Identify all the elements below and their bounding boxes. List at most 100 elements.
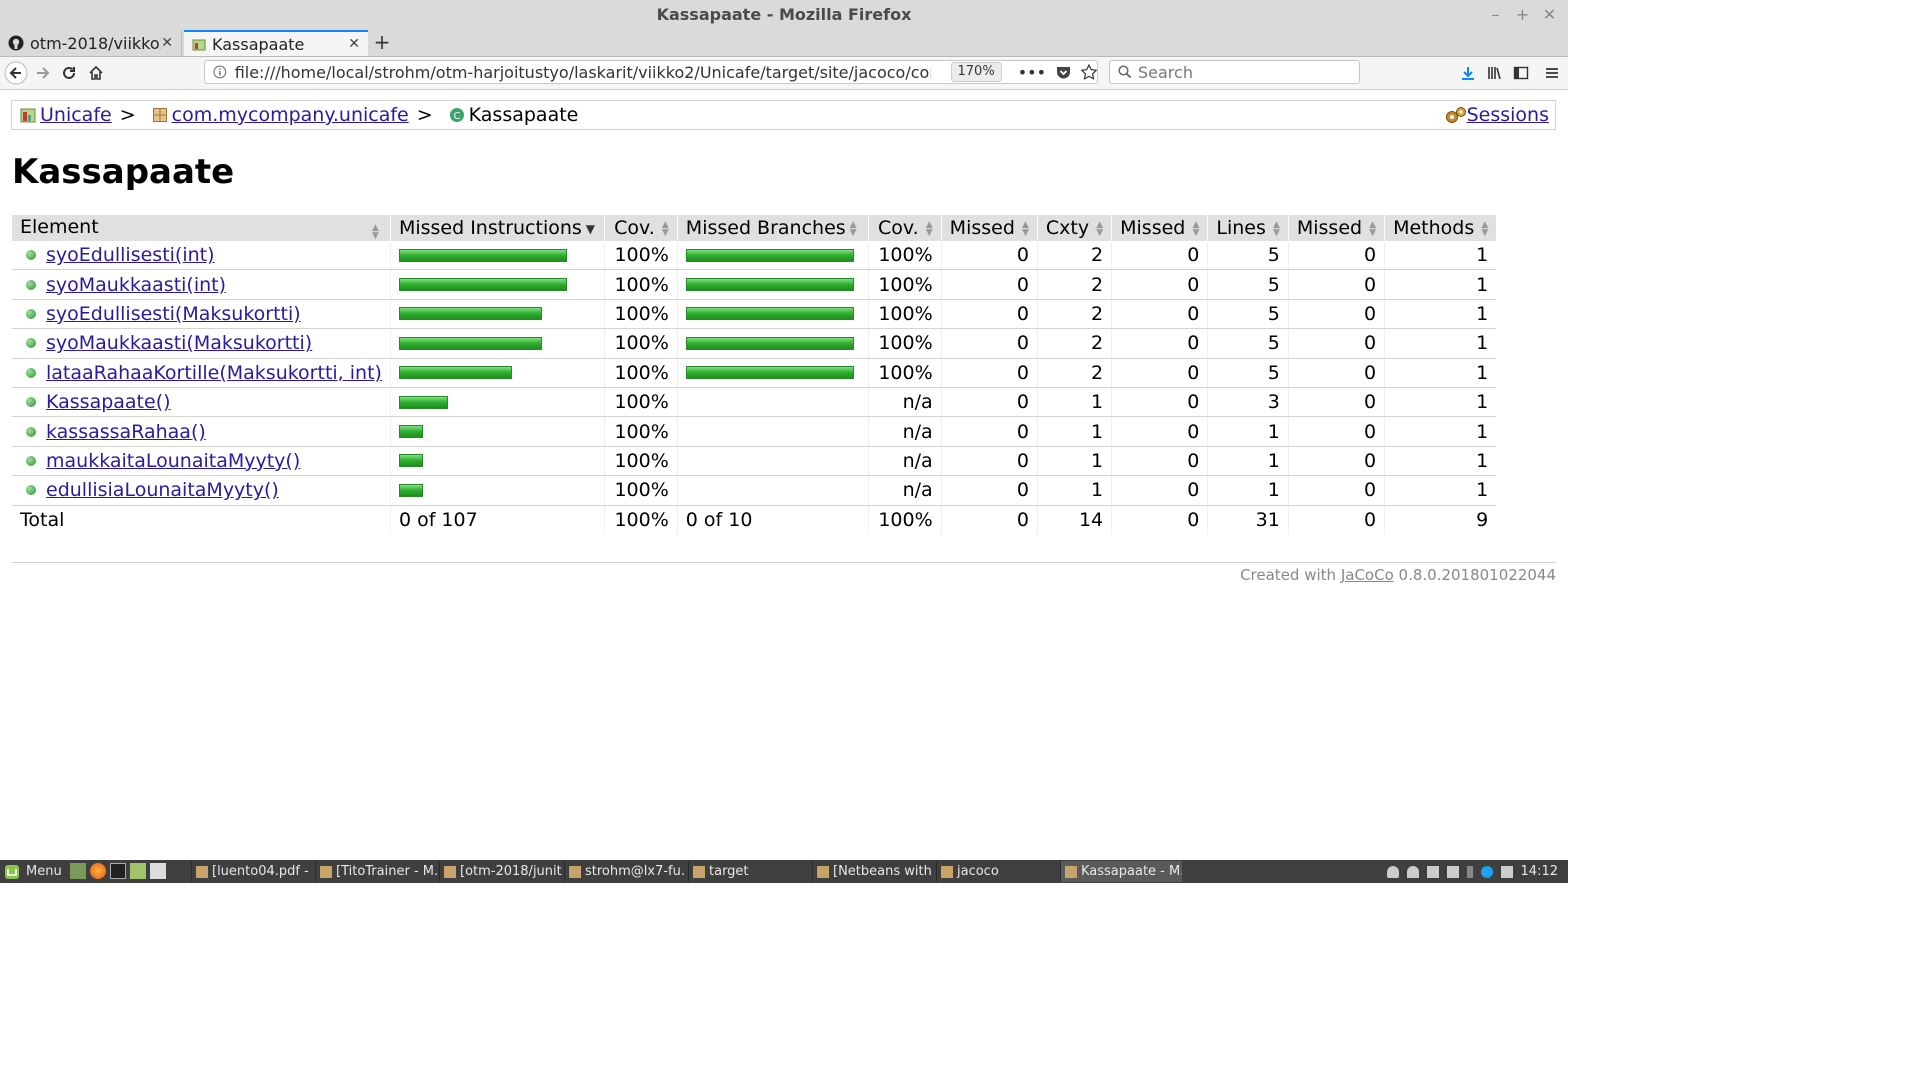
total-missed-complexity: 0 xyxy=(940,505,1038,534)
column-header-element[interactable]: Element ▲ ▼ xyxy=(12,215,391,241)
method-link[interactable]: edullisiaLounaitaMyyty() xyxy=(46,479,279,501)
skype-icon[interactable] xyxy=(1480,865,1493,878)
calculator-icon[interactable] xyxy=(150,863,166,879)
home-button[interactable] xyxy=(84,61,108,85)
branches-bar-cell xyxy=(676,269,869,300)
branches-coverage: 100% xyxy=(867,299,942,330)
branches-bar-cell xyxy=(676,446,869,477)
column-header-lines[interactable]: Lines ▲ ▼ xyxy=(1207,215,1289,241)
column-header-instr-cov[interactable]: Cov. ▲ ▼ xyxy=(603,215,678,241)
terminal-icon[interactable] xyxy=(110,863,126,879)
tab-kassapaate[interactable]: Kassapaate ✕ xyxy=(184,30,368,56)
complexity: 1 xyxy=(1036,416,1112,447)
sidebar-icon xyxy=(1513,66,1529,80)
methods: 1 xyxy=(1384,241,1497,271)
tab-close-icon[interactable]: ✕ xyxy=(348,36,360,52)
reload-button[interactable] xyxy=(57,61,81,85)
footer: Created with JaCoCo 0.8.0.201801022044 xyxy=(1240,566,1556,584)
taskbar-task[interactable]: [Netbeans with ... xyxy=(812,861,934,882)
start-menu-button[interactable]: Menu xyxy=(4,860,62,883)
task-label: Kassapaate - M... xyxy=(1081,864,1182,879)
show-desktop-icon[interactable] xyxy=(70,863,86,879)
new-tab-button[interactable]: + xyxy=(372,30,392,56)
table-row: kassassaRahaa() 100% n/a 0 1 0 1 0 1 xyxy=(12,416,1497,447)
library-button[interactable] xyxy=(1483,61,1507,85)
coverage-table: Element ▲ ▼ Missed Instructions ▼ Cov. ▲ ▼ Mi… xyxy=(12,215,1497,534)
column-header-missed-instructions[interactable]: Missed Instructions ▼ xyxy=(389,215,605,241)
table-row: Kassapaate() 100% n/a 0 1 0 3 0 1 xyxy=(12,387,1497,418)
complexity: 1 xyxy=(1036,387,1112,418)
branches-coverage: n/a xyxy=(867,475,942,506)
column-header-branch-cov[interactable]: Cov. ▲ ▼ xyxy=(867,215,942,241)
wifi-icon[interactable] xyxy=(1406,865,1419,878)
tab-github[interactable]: otm-2018/viikko2 ✕ xyxy=(0,30,182,56)
taskbar-task[interactable]: Kassapaate - M... xyxy=(1060,861,1182,882)
taskbar-task[interactable]: [TitoTrainer - M... xyxy=(315,861,437,882)
column-header-missed-lines[interactable]: Missed ▲ ▼ xyxy=(1111,215,1208,241)
breadcrumb-link-unicafe[interactable]: Unicafe xyxy=(40,104,112,126)
files-icon[interactable] xyxy=(130,863,146,879)
task-label: [luento04.pdf - ... xyxy=(212,864,313,879)
forward-button[interactable] xyxy=(31,61,55,85)
volume-icon[interactable] xyxy=(1426,865,1439,878)
url-bar[interactable]: file:///home/local/strohm/otm-harjoitust… xyxy=(204,60,1098,84)
column-header-missed-branches[interactable]: Missed Branches ▲ ▼ xyxy=(676,215,869,241)
instructions-bar-cell xyxy=(389,269,605,300)
column-header-missed-cxty[interactable]: Missed ▲ ▼ xyxy=(940,215,1038,241)
sidebar-button[interactable] xyxy=(1509,61,1533,85)
bluetooth-icon[interactable] xyxy=(1466,865,1473,878)
tab-close-icon[interactable]: ✕ xyxy=(161,35,173,51)
method-link[interactable]: syoMaukkaasti(Maksukortti) xyxy=(46,332,312,354)
total-instructions: 0 of 107 xyxy=(389,505,605,534)
breadcrumb-link-package[interactable]: com.mycompany.unicafe xyxy=(172,104,409,126)
taskbar-task[interactable]: jacoco xyxy=(936,861,1058,882)
info-icon[interactable] xyxy=(213,65,227,79)
method-link[interactable]: maukkaitaLounaitaMyyty() xyxy=(46,450,300,472)
column-header-methods[interactable]: Methods ▲ ▼ xyxy=(1384,215,1497,241)
method-link[interactable]: Kassapaate() xyxy=(46,391,171,413)
menu-button[interactable] xyxy=(1540,61,1564,85)
maximize-button[interactable]: + xyxy=(1514,0,1531,30)
column-header-cxty[interactable]: Cxty ▲ ▼ xyxy=(1036,215,1112,241)
clock[interactable]: 14:12 xyxy=(1521,864,1558,879)
firefox-icon[interactable] xyxy=(90,863,106,879)
zoom-level-button[interactable]: 170% xyxy=(950,62,1002,82)
url-text[interactable]: file:///home/local/strohm/otm-harjoitust… xyxy=(235,63,931,82)
branches-coverage-bar xyxy=(685,307,854,321)
method-link[interactable]: syoEdullisesti(int) xyxy=(46,244,215,266)
total-missed-methods: 0 xyxy=(1287,505,1385,534)
search-input[interactable]: Search xyxy=(1138,63,1193,82)
method-link[interactable]: kassassaRahaa() xyxy=(46,421,206,443)
method-link[interactable]: syoEdullisesti(Maksukortti) xyxy=(46,303,301,325)
table-header-row: Element ▲ ▼ Missed Instructions ▼ Cov. ▲ ▼ Mi… xyxy=(12,215,1497,241)
downloads-button[interactable] xyxy=(1456,61,1480,85)
missed-lines: 0 xyxy=(1111,241,1208,271)
complexity: 1 xyxy=(1036,446,1112,477)
battery-icon[interactable] xyxy=(1446,865,1459,878)
branches-coverage: 100% xyxy=(867,241,942,271)
column-header-missed-methods[interactable]: Missed ▲ ▼ xyxy=(1287,215,1385,241)
search-bar[interactable]: Search xyxy=(1109,60,1360,84)
network-icon[interactable] xyxy=(1500,865,1513,878)
minimize-button[interactable]: – xyxy=(1487,0,1504,30)
taskbar-task[interactable]: target xyxy=(688,861,810,882)
back-button[interactable] xyxy=(4,61,28,85)
pocket-icon[interactable] xyxy=(1056,65,1071,80)
task-label: jacoco xyxy=(957,864,999,879)
instructions-bar-cell xyxy=(389,387,605,418)
bookmark-star-icon[interactable] xyxy=(1081,64,1097,80)
taskbar-task[interactable]: [luento04.pdf - ... xyxy=(191,861,313,882)
sessions-link[interactable]: Sessions xyxy=(1467,104,1549,126)
method-link[interactable]: lataaRahaaKortille(Maksukortti, int) xyxy=(46,362,382,384)
instructions-bar-cell xyxy=(389,358,605,388)
page-actions-icon[interactable]: ••• xyxy=(1018,63,1046,82)
method-link[interactable]: syoMaukkaasti(int) xyxy=(46,274,226,296)
instructions-coverage-bar xyxy=(398,248,567,262)
tab-label: Kassapaate xyxy=(212,34,305,54)
taskbar-task[interactable]: strohm@lx7-fu... xyxy=(564,861,686,882)
taskbar-task[interactable]: [otm-2018/junit... xyxy=(439,861,562,882)
close-window-button[interactable]: ✕ xyxy=(1541,0,1558,30)
instructions-bar-cell xyxy=(389,446,605,477)
user-icon[interactable] xyxy=(1386,865,1399,878)
jacoco-link[interactable]: JaCoCo xyxy=(1341,566,1394,584)
